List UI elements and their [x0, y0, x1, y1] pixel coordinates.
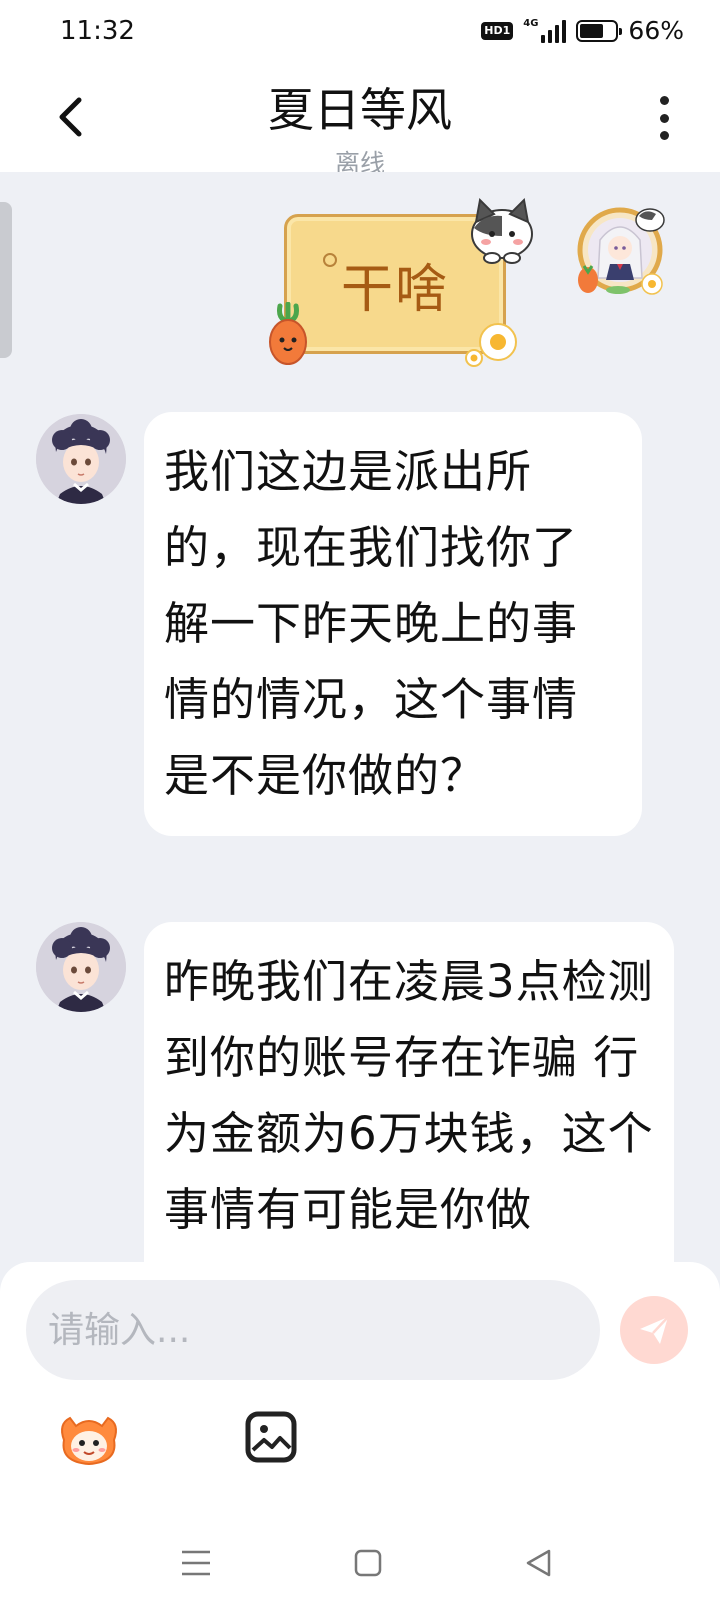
status-time: 11:32 [60, 16, 135, 46]
image-icon[interactable] [244, 1410, 298, 1464]
back-triangle-icon[interactable] [524, 1548, 554, 1578]
cat-icon [471, 197, 533, 264]
system-nav-bar [0, 1540, 720, 1592]
more-options-button[interactable] [654, 96, 674, 140]
sticker-message[interactable]: 干啥 [262, 192, 542, 370]
message-input[interactable] [26, 1280, 600, 1380]
send-button[interactable] [620, 1296, 688, 1364]
battery-percent: 66% [628, 16, 684, 45]
carrot-icon [269, 302, 307, 365]
emoji-icon[interactable] [56, 1410, 122, 1470]
status-icons: HD1 4G 66% [481, 16, 684, 45]
send-icon [640, 1316, 669, 1344]
contact-avatar[interactable] [36, 414, 126, 504]
status-bar: 11:32 HD1 4G 66% [0, 0, 720, 66]
battery-icon [576, 19, 623, 42]
sticker-text: 干啥 [340, 259, 449, 320]
home-icon[interactable] [353, 1548, 383, 1578]
more-vertical-icon [659, 96, 669, 105]
chat-header: 夏日等风 离线 [0, 66, 720, 172]
menu-icon[interactable] [180, 1548, 212, 1578]
contact-name: 夏日等风 [268, 83, 452, 137]
hd-icon: HD1 [481, 21, 514, 40]
signal-icon: 4G [523, 17, 567, 43]
pin-icon [323, 253, 337, 267]
self-avatar[interactable] [572, 200, 676, 304]
network-type: 4G [523, 17, 539, 29]
online-status: 离线 [334, 149, 385, 172]
flower-icon [465, 323, 517, 367]
side-drawer-handle[interactable] [0, 202, 12, 358]
contact-avatar[interactable] [36, 922, 126, 1012]
message-bubble[interactable]: 我们这边是派出所的，现在我们找你了解一下昨天晚上的事情的情况，这个事情是不是你做… [144, 412, 642, 836]
message-bubble[interactable]: 昨晚我们在凌晨3点检测到你的账号存在诈骗 行为金额为6万块钱，这个事情有可能是你… [144, 922, 674, 1282]
